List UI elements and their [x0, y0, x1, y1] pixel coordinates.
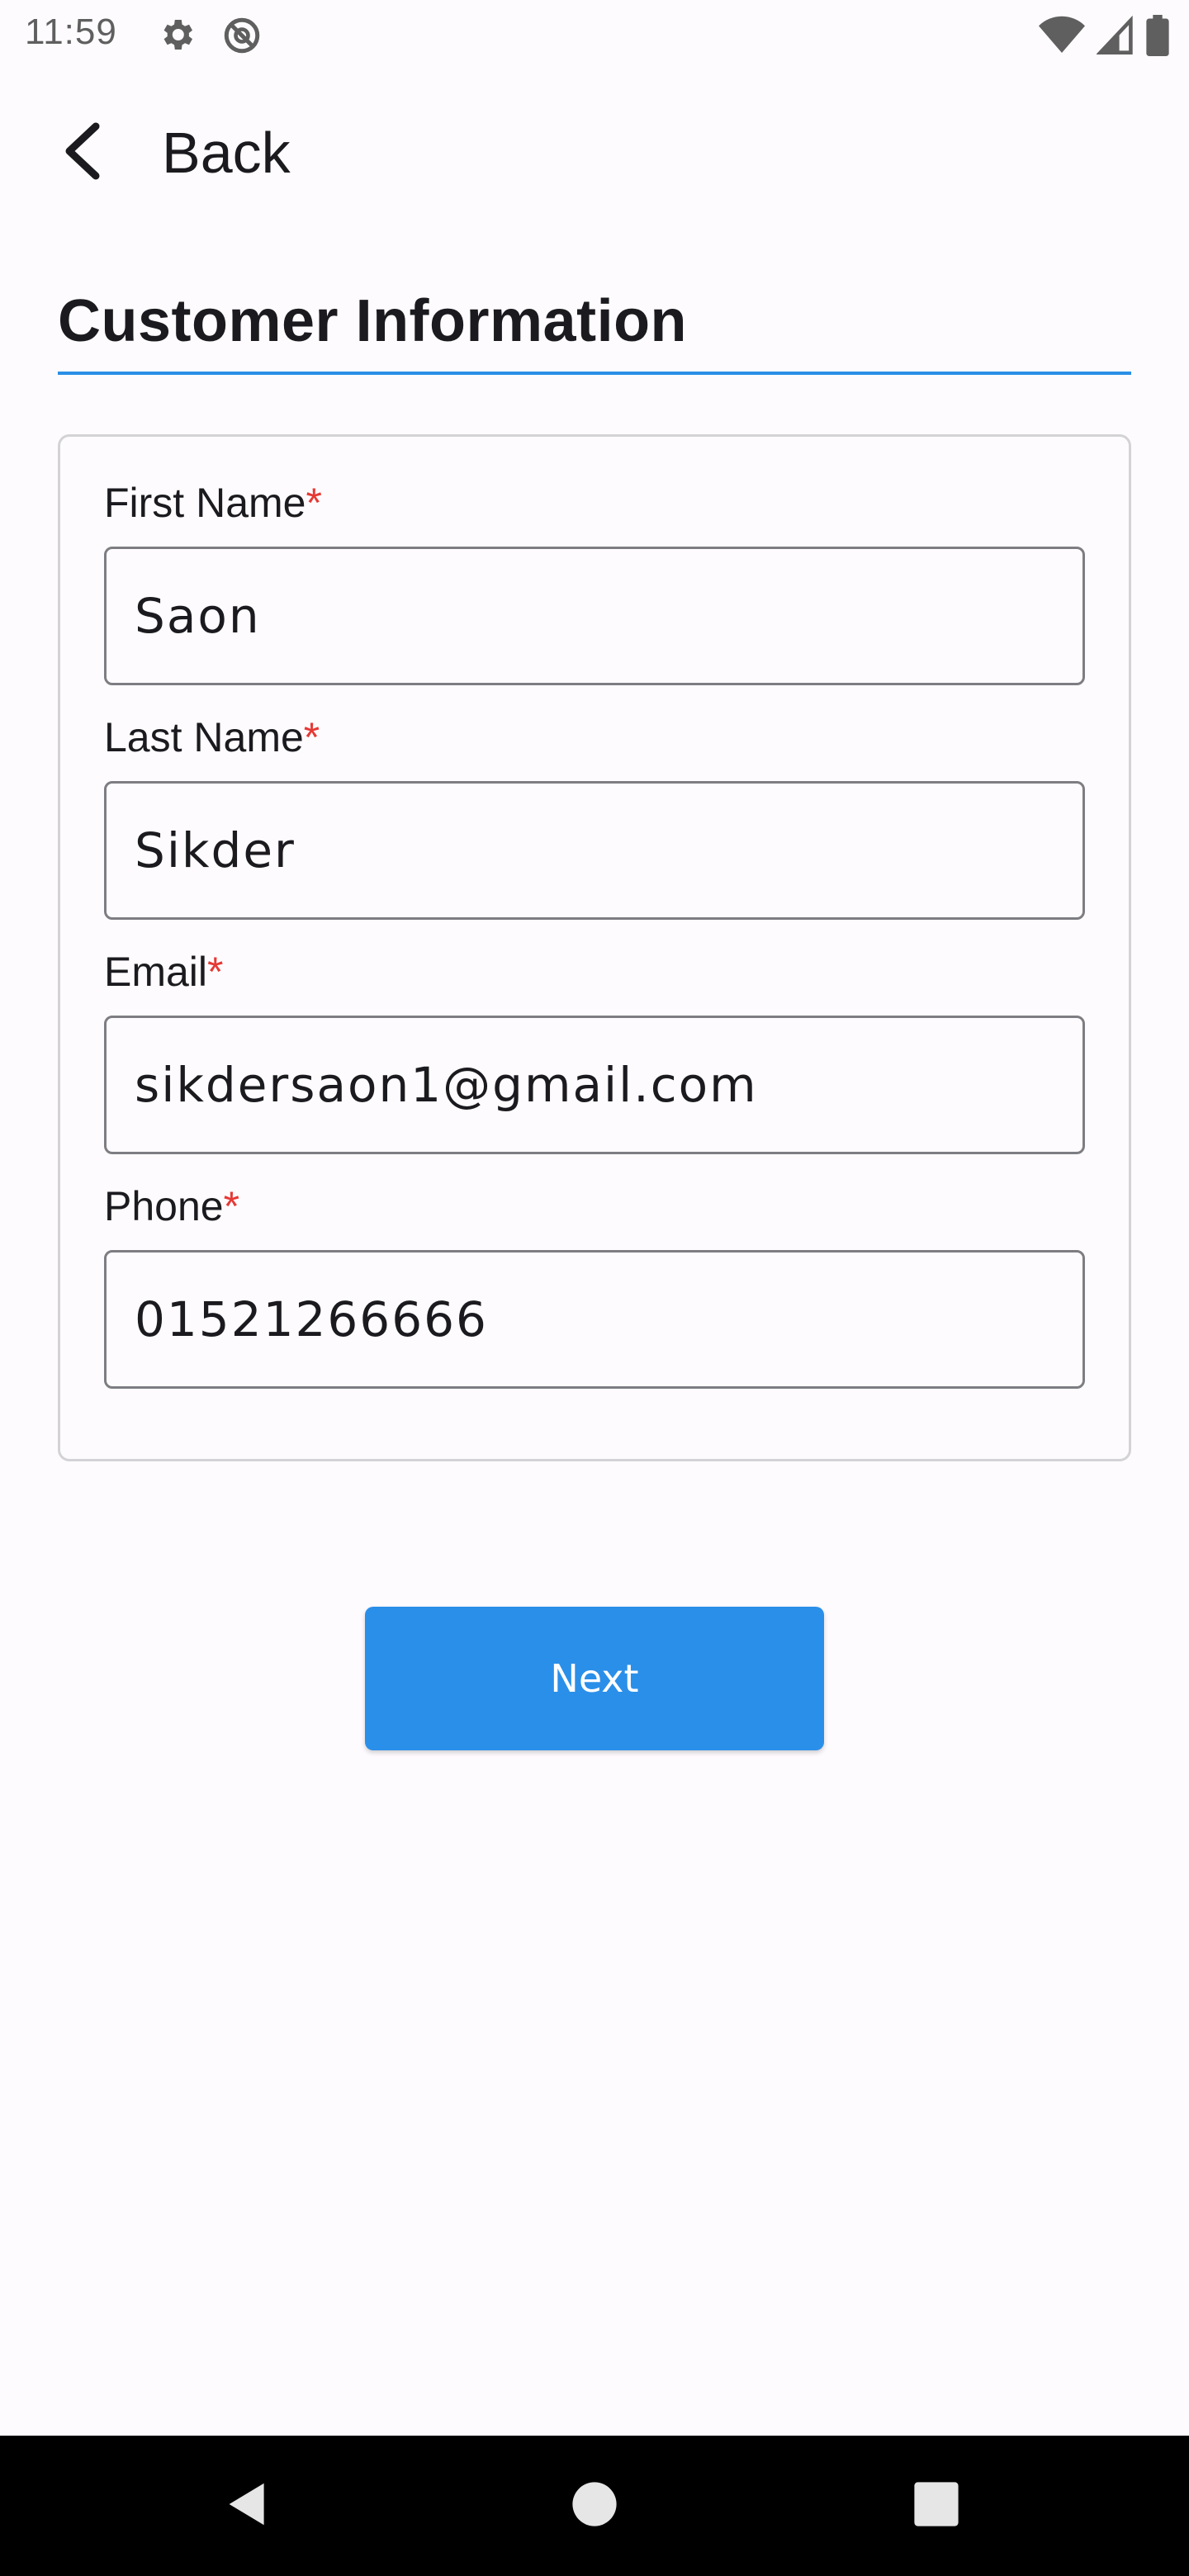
required-marker: * [306, 480, 322, 526]
title-underline [58, 372, 1131, 375]
phone-input[interactable] [104, 1250, 1085, 1389]
do-not-disturb-icon [221, 15, 263, 60]
nav-back-button[interactable] [198, 2436, 297, 2576]
gear-icon [157, 15, 197, 59]
first-name-input[interactable] [104, 547, 1085, 685]
wifi-icon [1039, 16, 1085, 59]
battery-icon [1146, 15, 1169, 60]
status-bar: 11:59 [0, 0, 1189, 69]
last-name-label: Last Name* [104, 714, 320, 760]
home-circle-icon [571, 2481, 618, 2531]
signal-icon [1096, 15, 1135, 59]
next-button[interactable]: Next [365, 1607, 824, 1750]
last-name-input[interactable] [104, 781, 1085, 920]
system-nav-bar [0, 2436, 1189, 2576]
page-title: Customer Information [58, 288, 688, 354]
nav-home-button[interactable] [545, 2436, 644, 2576]
required-marker: * [207, 949, 224, 995]
required-marker: * [303, 714, 320, 760]
email-label: Email* [104, 949, 224, 995]
chevron-left-icon [59, 121, 106, 185]
nav-recents-button[interactable] [887, 2436, 986, 2576]
recents-square-icon [913, 2481, 959, 2531]
required-marker: * [223, 1183, 240, 1229]
email-input[interactable] [104, 1016, 1085, 1154]
phone-label: Phone* [104, 1183, 240, 1229]
status-time: 11:59 [25, 12, 117, 52]
back-label[interactable]: Back [162, 116, 291, 190]
back-triangle-icon [225, 2481, 271, 2531]
first-name-label: First Name* [104, 480, 322, 526]
status-right-group [1039, 15, 1169, 60]
back-button[interactable] [50, 116, 116, 190]
